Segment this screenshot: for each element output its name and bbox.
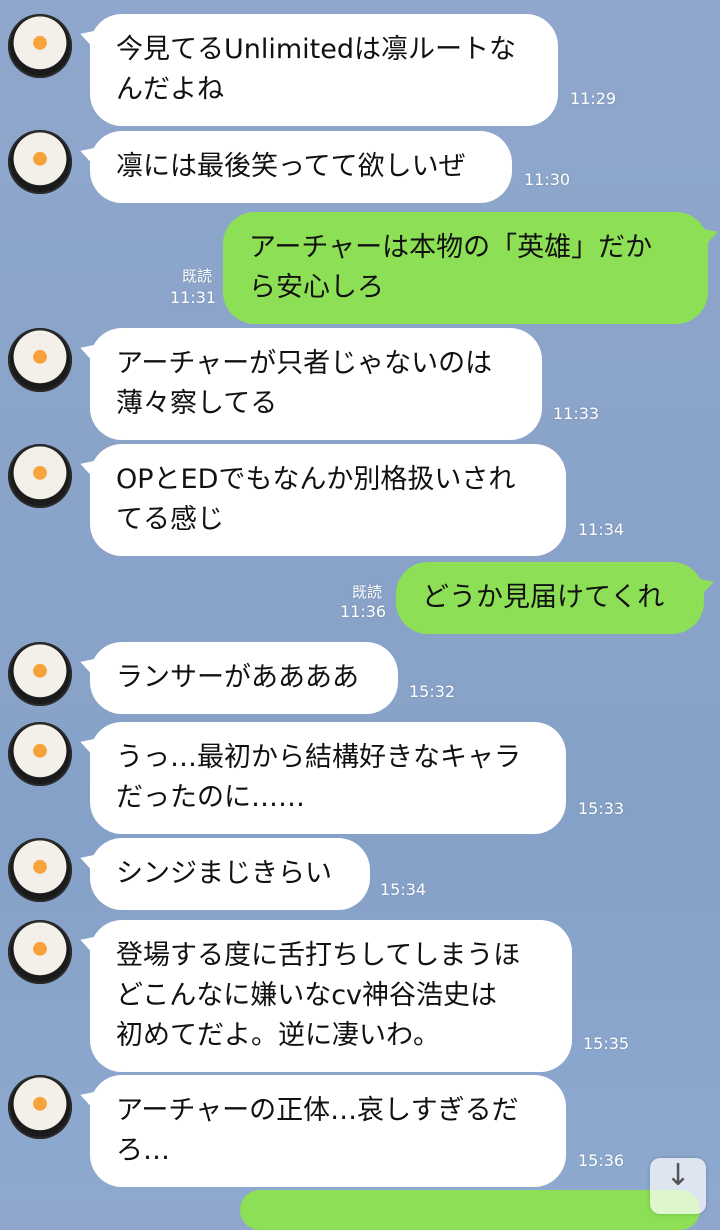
message-time: 11:31 xyxy=(170,288,217,307)
message-bubble[interactable]: 登場する度に舌打ちしてしまうほ どこんなに嫌いなcv神谷浩史は 初めてだよ。逆に… xyxy=(90,920,572,1072)
message-bubble[interactable]: OPとEDでもなんか別格扱いされ てる感じ xyxy=(90,444,566,556)
message-bubble[interactable]: 凛には最後笑ってて欲しいぜ xyxy=(90,131,512,203)
avatar[interactable] xyxy=(8,14,72,78)
message-time: 11:29 xyxy=(570,89,617,108)
message-bubble[interactable]: 今見てるUnlimitedは凛ルートな んだよね xyxy=(90,14,558,126)
avatar[interactable] xyxy=(8,920,72,984)
message-bubble[interactable]: シンジまじきらい xyxy=(90,838,370,910)
message-bubble[interactable]: アーチャーは本物の「英雄」だか ら安心しろ xyxy=(223,212,708,324)
message-bubble[interactable]: アーチャーの正体…哀しすぎるだ ろ… xyxy=(90,1075,566,1187)
avatar[interactable] xyxy=(8,838,72,902)
message-bubble[interactable]: ランサーがああああ xyxy=(90,642,398,714)
scroll-to-bottom-button[interactable]: ↓ xyxy=(650,1158,706,1214)
message-time: 11:34 xyxy=(578,520,625,539)
avatar[interactable] xyxy=(8,1075,72,1139)
message-time: 15:32 xyxy=(409,682,456,701)
message-time: 11:36 xyxy=(340,602,387,621)
message-time: 15:33 xyxy=(578,799,625,818)
message-time: 11:33 xyxy=(553,404,600,423)
message-time: 15:35 xyxy=(583,1034,630,1053)
avatar[interactable] xyxy=(8,722,72,786)
message-bubble[interactable]: アーチャーが只者じゃないのは 薄々察してる xyxy=(90,328,542,440)
message-time: 15:34 xyxy=(380,880,427,899)
avatar[interactable] xyxy=(8,328,72,392)
message-bubble[interactable]: どうか見届けてくれ xyxy=(396,562,704,634)
avatar[interactable] xyxy=(8,642,72,706)
message-bubble-partial[interactable] xyxy=(240,1190,700,1230)
read-receipt: 既読 xyxy=(351,583,382,601)
message-bubble[interactable]: うっ…最初から結構好きなキャラ だったのに…… xyxy=(90,722,566,834)
message-time: 15:36 xyxy=(578,1151,625,1170)
read-receipt: 既読 xyxy=(181,267,212,285)
arrow-down-icon: ↓ xyxy=(665,1158,691,1193)
chat-view[interactable]: 今見てるUnlimitedは凛ルートな んだよね 11:29 凛には最後笑ってて… xyxy=(0,0,720,1230)
message-time: 11:30 xyxy=(524,170,571,189)
avatar[interactable] xyxy=(8,130,72,194)
avatar[interactable] xyxy=(8,444,72,508)
